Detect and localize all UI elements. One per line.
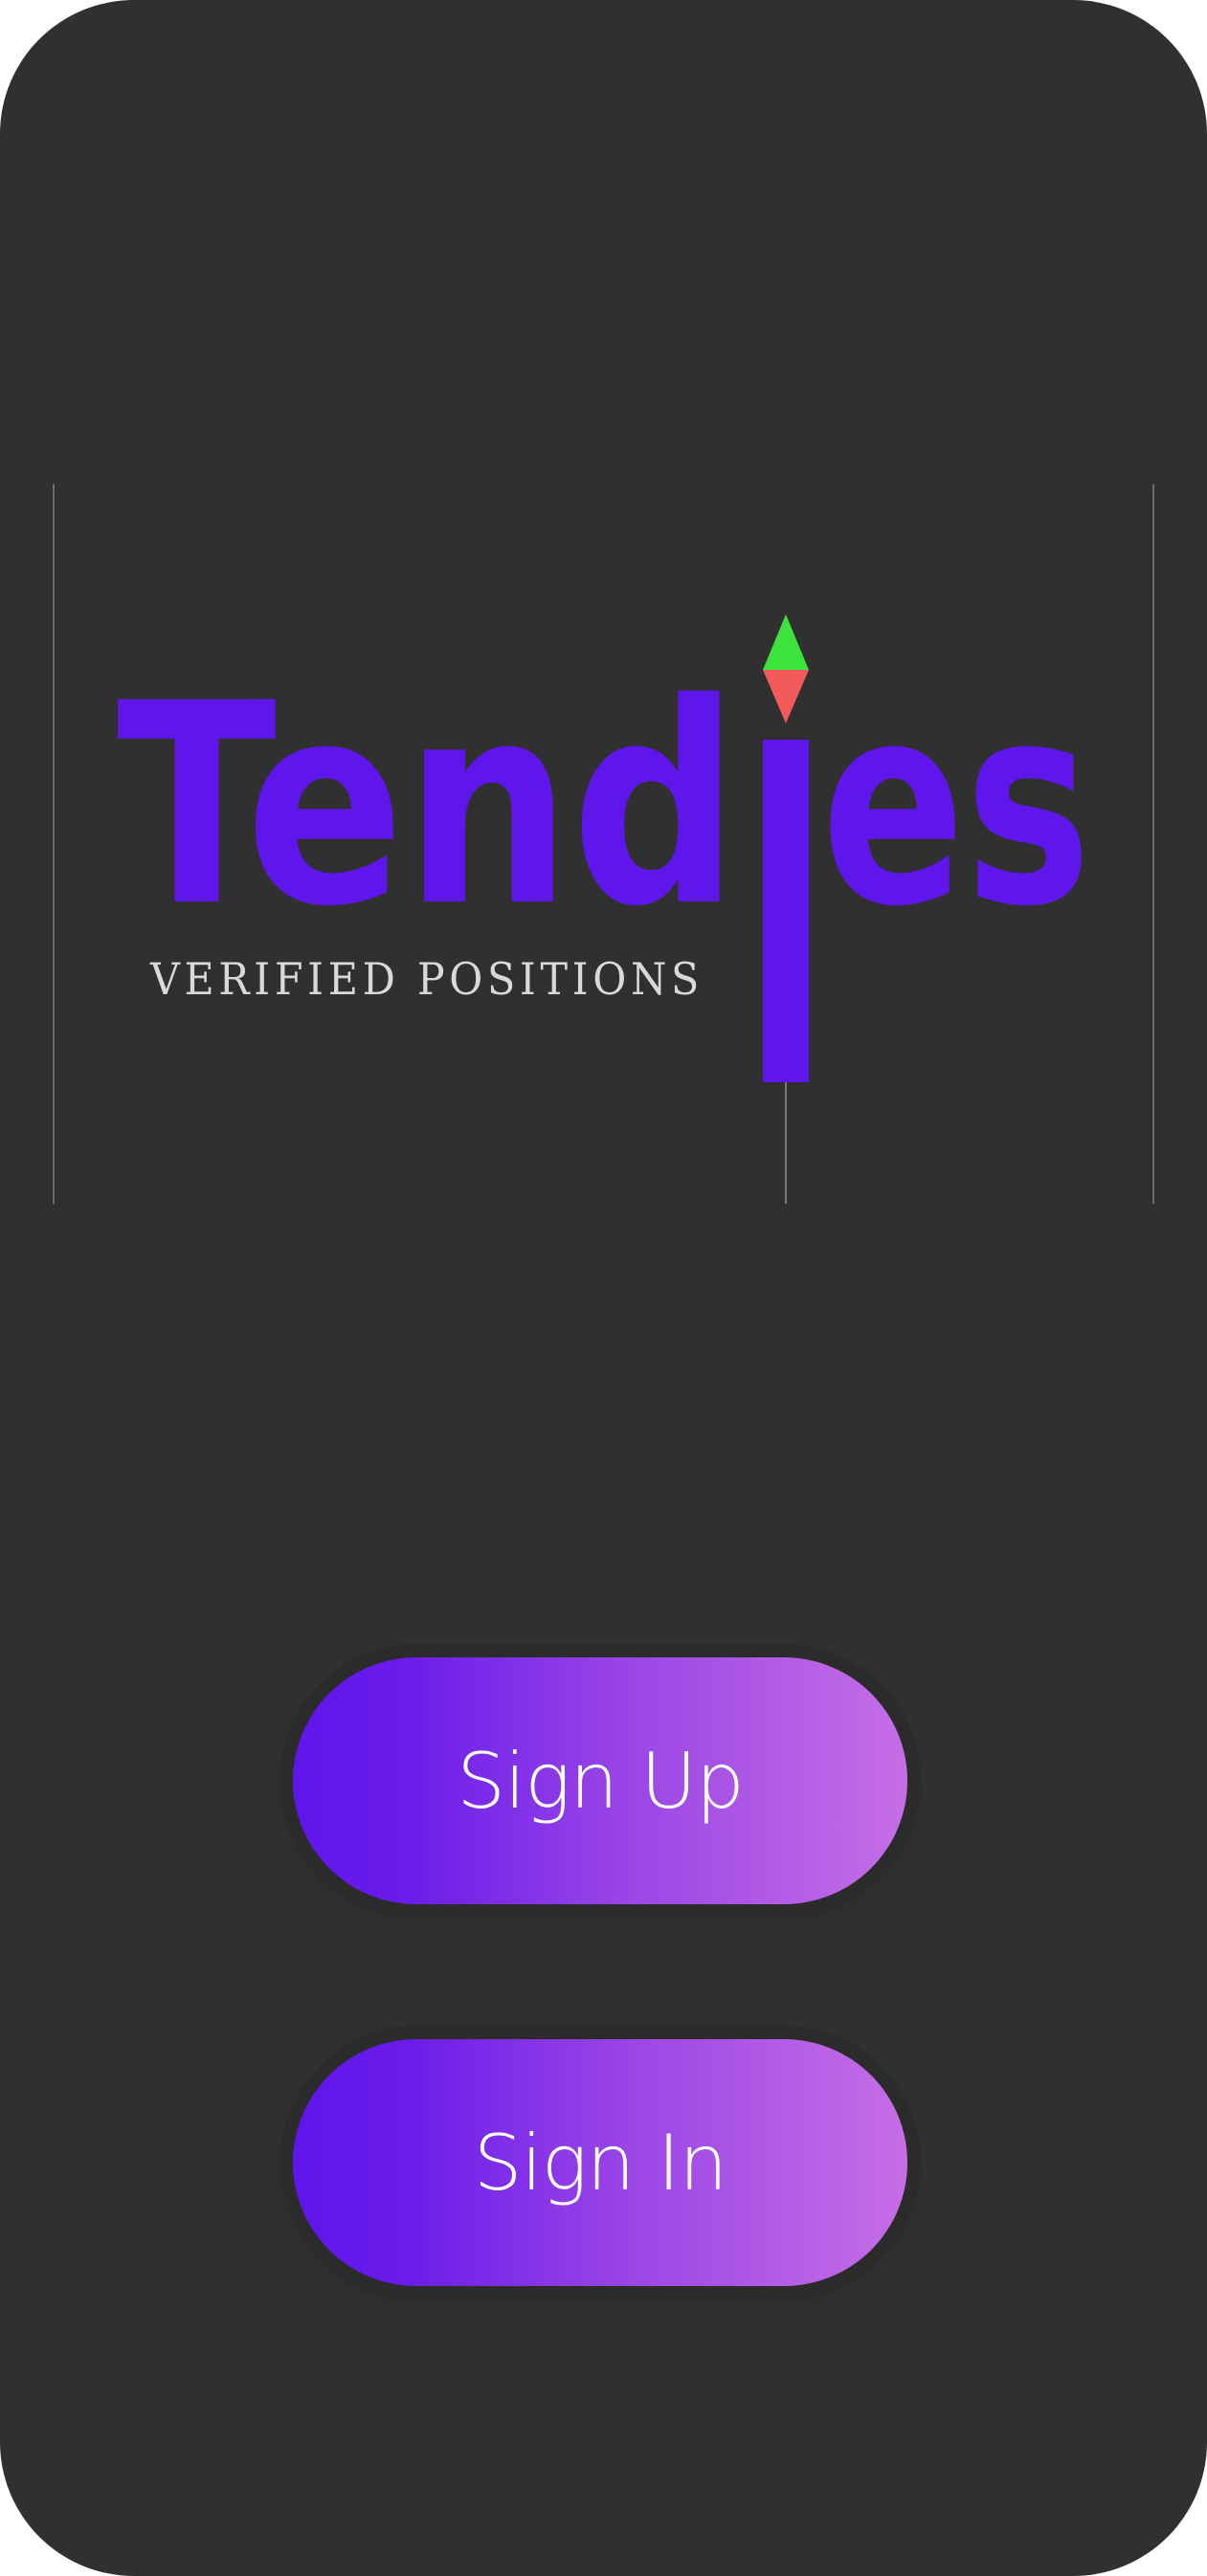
sign-in-label: Sign In [473,2118,727,2208]
logo-tagline: VERIFIED POSITIONS [149,953,704,1005]
logo-word-end: es [821,645,1091,967]
candle-body [763,740,809,1082]
logo-word-start: Tend [117,645,739,967]
tendies-logo: Tend es VERIFIED POSITIONS [53,484,1154,1204]
sign-up-button[interactable]: Sign Up [293,1657,907,1904]
app-screen: Tend es VERIFIED POSITIONS Sign Up Sign … [0,0,1207,2576]
sign-up-label: Sign Up [457,1736,744,1826]
down-arrow-icon [763,670,809,723]
up-arrow-icon [763,614,809,670]
sign-in-button[interactable]: Sign In [293,2039,907,2286]
